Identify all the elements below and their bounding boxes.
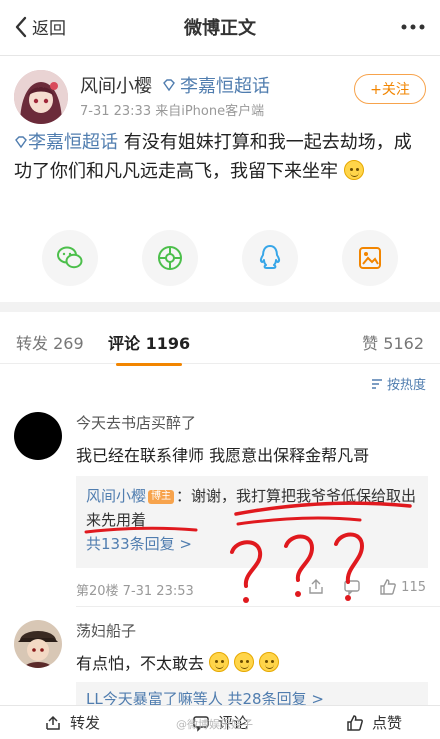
tab-like-label: 赞 — [362, 334, 379, 353]
comment-item: 今天去书店买醉了 我已经在联系律师 我愿意出保释金帮凡哥 风间小樱 博主 ：谢谢，我… — [0, 406, 440, 606]
tab-repost[interactable]: 转发 269 — [16, 330, 84, 354]
comment-text: 有点怕，不太敢去 — [76, 650, 280, 674]
emoji-icon — [259, 652, 280, 672]
watermark: @微博娱乐娃子 — [176, 718, 253, 731]
author-badge: 博主 — [148, 490, 175, 504]
comment-like-button[interactable]: 115 — [379, 578, 426, 596]
comment-like-count: 115 — [401, 579, 426, 595]
sort-icon — [371, 378, 382, 389]
page-title: 微博正文 — [184, 18, 256, 39]
repost-count: 269 — [53, 334, 84, 353]
reply-username[interactable]: 风间小樱 — [86, 487, 146, 505]
comment-avatar[interactable] — [14, 620, 62, 668]
comment-meta: 第20楼 7-31 23:53 — [76, 584, 194, 599]
smile-emoji-icon — [343, 160, 364, 180]
comment-username[interactable]: 今天去书店买醉了 — [76, 412, 196, 433]
supertopic-tag[interactable]: 李嘉恒超话 — [162, 72, 270, 98]
comment-actions: 115 — [307, 578, 426, 596]
moments-icon — [158, 246, 182, 270]
share-moments-button[interactable] — [142, 230, 198, 286]
comment-count: 1196 — [145, 334, 191, 353]
share-wechat-button[interactable] — [42, 230, 98, 286]
repost-button[interactable]: 转发 — [44, 712, 100, 733]
wechat-icon — [57, 246, 83, 269]
supertopic-label: 李嘉恒超话 — [180, 76, 270, 97]
tab-repost-label: 转发 — [16, 334, 49, 353]
like-button[interactable]: 点赞 — [346, 712, 402, 733]
reply-box[interactable]: 风间小樱 博主 ：谢谢，我打算把我爷爷低保给取出来先用着 共133条回复 > — [76, 476, 428, 568]
more-icon[interactable] — [400, 16, 426, 38]
share-row — [0, 230, 440, 290]
sort-label: 按热度 — [386, 378, 426, 393]
sort-by-heat-button[interactable]: 按热度 — [371, 374, 426, 393]
section-divider — [0, 302, 440, 312]
more-replies-link[interactable]: 共133条回复 > — [86, 535, 192, 553]
comment-text: 我已经在联系律师 我愿意出保释金帮凡哥 — [76, 446, 370, 465]
post-topic-link[interactable]: 李嘉恒超话 — [14, 132, 118, 153]
repost-icon — [46, 715, 60, 730]
comment-icon[interactable] — [343, 578, 361, 596]
share-qq-button[interactable] — [242, 230, 298, 286]
emoji-icon — [209, 652, 230, 672]
image-icon — [359, 247, 381, 269]
top-nav: 返回 微博正文 — [0, 0, 440, 56]
avatar[interactable] — [14, 70, 68, 124]
post-text: 李嘉恒超话 有没有姐妹打算和我一起去劫场，成功了你们和凡凡远走高飞，我留下来坐牢 — [14, 128, 428, 186]
emoji-icon — [234, 652, 255, 672]
comment-item: 荡妇船子 有点怕，不太敢去 LL今天暴富了嘛等人 共28条回复 > — [0, 614, 440, 716]
tab-comment-label: 评论 — [108, 334, 141, 353]
post-header: 风间小樱 李嘉恒超话 7-31 23:33 来自iPhone客户端 +关注 — [0, 62, 440, 126]
save-image-button[interactable] — [342, 230, 398, 286]
repost-label: 转发 — [70, 714, 101, 732]
tab-comment[interactable]: 评论 1196 — [108, 330, 191, 366]
comment-avatar[interactable] — [14, 412, 62, 460]
like-label: 点赞 — [372, 714, 403, 732]
post-username[interactable]: 风间小樱 — [80, 72, 152, 98]
post-topic-label: 李嘉恒超话 — [28, 132, 118, 153]
post-meta: 7-31 23:33 来自iPhone客户端 — [80, 104, 265, 119]
comment-text-content: 有点怕，不太敢去 — [76, 654, 205, 673]
tab-like[interactable]: 赞 5162 — [362, 330, 424, 354]
thumbs-up-icon — [380, 579, 397, 595]
like-count: 5162 — [383, 334, 424, 353]
comment-divider — [76, 606, 440, 607]
share-icon[interactable] — [307, 578, 325, 596]
follow-button[interactable]: +关注 — [354, 74, 426, 104]
diamond-icon — [163, 79, 175, 92]
diamond-icon — [15, 136, 27, 149]
thumbs-up-icon — [347, 714, 363, 731]
comment-username[interactable]: 荡妇船子 — [76, 620, 136, 641]
qq-icon — [259, 245, 281, 269]
tab-bar: 转发 269 评论 1196 赞 5162 — [0, 320, 440, 366]
